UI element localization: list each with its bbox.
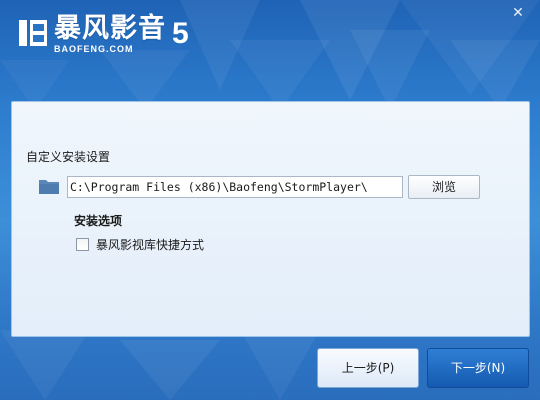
previous-button[interactable]: 上一步(P) [317,348,419,388]
section-title: 自定义安装设置 [26,150,111,164]
install-path-input[interactable] [67,176,403,198]
logo-text-group: 暴风影音 BAOFENG.COM [54,12,166,54]
shortcut-checkbox-label[interactable]: 暴风影视库快捷方式 [96,236,204,253]
install-settings-panel: 自定义安装设置 浏览 安装选项 暴风影视库快捷方式 [11,101,530,337]
close-icon: ✕ [512,5,524,21]
installer-window: ✕ 暴风影音 BAOFENG.COM 5 自定义安装设置 浏览 安装选项 暴风影… [0,0,540,400]
app-logo: 暴风影音 BAOFENG.COM 5 [18,12,189,60]
logo-english-text: BAOFENG.COM [54,44,134,54]
next-button[interactable]: 下一步(N) [427,348,529,388]
close-button[interactable]: ✕ [508,4,528,22]
install-options-title: 安装选项 [74,214,123,228]
baofeng-logo-icon [19,20,47,46]
logo-version-number: 5 [172,17,189,50]
folder-icon [39,180,59,194]
browse-button[interactable]: 浏览 [408,175,480,199]
shortcut-checkbox[interactable] [76,238,89,251]
logo-chinese-text: 暴风影音 [54,13,166,44]
